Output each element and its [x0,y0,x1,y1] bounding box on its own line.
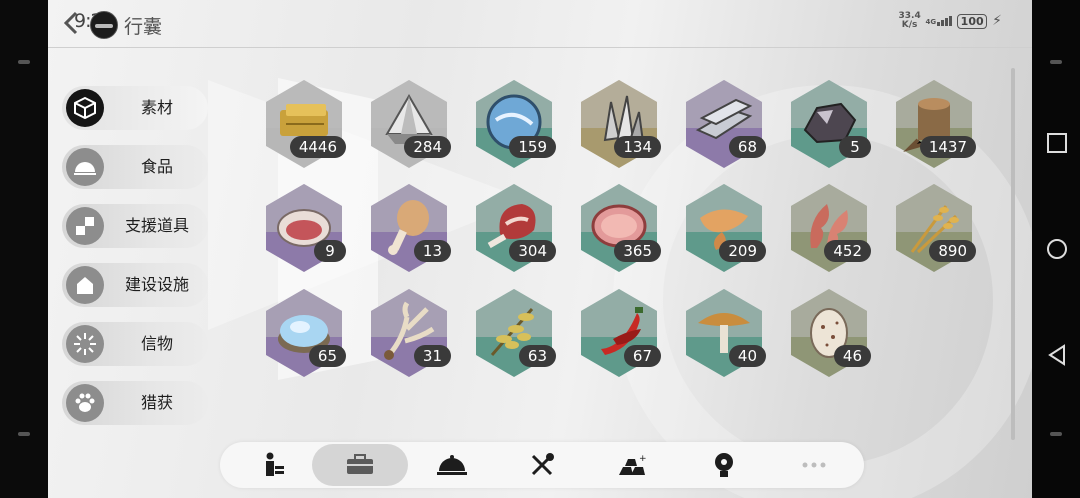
item-count: 63 [518,345,556,367]
inventory-item-dark-ore[interactable]: 5 [789,78,871,170]
inventory-item-gold-ingot[interactable]: 4446 [264,78,346,170]
home-button[interactable] [1046,238,1068,260]
inventory-item-drumstick[interactable]: 13 [369,182,451,274]
more-icon [802,462,826,468]
inventory-item-crab-claw[interactable]: 452 [789,182,871,274]
scrollbar[interactable] [1011,68,1015,440]
bezel-mark [18,60,30,64]
inventory-item-chili[interactable]: 67 [579,287,661,379]
system-nav-bar [1032,0,1080,498]
toolbox-icon [347,454,373,474]
inventory-item-crystal-shard[interactable]: 284 [369,78,451,170]
inventory-item-wheat[interactable]: 890 [894,182,976,274]
item-count: 9 [314,240,346,262]
inventory-item-iron-bars[interactable]: 68 [684,78,766,170]
cloche-icon [437,455,467,475]
item-count: 890 [929,240,976,262]
network-speed: 33.4 K/s [899,12,921,30]
blocks-icon [66,207,104,245]
category-label: 食品 [140,157,173,176]
category-food[interactable]: 食品 [62,145,208,189]
inventory-item-egg[interactable]: 46 [789,287,871,379]
category-label: 建设设施 [124,275,189,294]
game-screen: 9:22 行囊 33.4 K/s 4G 100 ⚡ 素材 食品 [48,0,1032,498]
category-materials[interactable]: 素材 [62,86,208,130]
page-title: 行囊 [124,16,163,38]
item-count: 134 [614,136,661,158]
tab-food[interactable] [404,444,500,486]
inventory-item-mushroom[interactable]: 40 [684,287,766,379]
tab-inventory[interactable] [312,444,408,486]
ingots-icon: + [619,454,647,475]
bezel-mark [18,432,30,436]
category-hunt[interactable]: 猎获 [62,381,208,425]
tab-more[interactable] [766,444,862,486]
item-count: 68 [728,136,766,158]
inventory-item-chicken-wing[interactable]: 209 [684,182,766,274]
category-label: 素材 [140,98,173,117]
inventory-item-ribs[interactable]: 304 [474,182,556,274]
cube-icon [66,89,104,127]
item-count: 31 [413,345,451,367]
tools-icon [531,453,554,476]
network-type: 4G [925,18,937,26]
tab-ideas[interactable] [676,444,772,486]
item-count: 304 [509,240,556,262]
item-count: 65 [308,345,346,367]
inventory-item-ham[interactable]: 365 [579,182,661,274]
tab-resources[interactable]: + [584,444,680,486]
bezel-mark [1050,60,1062,64]
item-count: 365 [614,240,661,262]
avatar[interactable] [90,11,118,39]
burst-icon [66,325,104,363]
battery-level: 100 [960,14,984,28]
category-construction[interactable]: 建设设施 [62,263,208,307]
category-label: 信物 [140,334,173,353]
svg-text:+: + [639,454,647,464]
inventory-item-quartz[interactable]: 134 [579,78,661,170]
item-count: 209 [719,240,766,262]
bezel-mark [1050,432,1062,436]
item-count: 4446 [289,136,346,158]
category-support-items[interactable]: 支援道具 [62,204,208,248]
character-icon [266,452,284,476]
category-label: 猎获 [140,393,173,412]
tab-character[interactable] [226,444,322,486]
item-count: 284 [404,136,451,158]
back-button[interactable] [1046,344,1068,366]
inventory-item-salt-bowl[interactable]: 65 [264,287,346,379]
bulb-icon [715,453,733,477]
inventory-item-antler[interactable]: 31 [369,287,451,379]
category-tokens[interactable]: 信物 [62,322,208,366]
inventory-item-blue-orb[interactable]: 159 [474,78,556,170]
item-count: 1437 [919,136,976,158]
cloche-icon [66,148,104,186]
house-icon [66,266,104,304]
inventory-item-herb[interactable]: 63 [474,287,556,379]
header-divider [48,47,1032,48]
battery-icon: 100 [957,13,988,29]
item-count: 452 [824,240,871,262]
signal-icon: 4G [926,16,953,26]
category-label: 支援道具 [124,216,189,235]
inventory-item-shell[interactable]: 9 [264,182,346,274]
item-count: 67 [623,345,661,367]
tab-crafting[interactable] [494,444,590,486]
recents-button[interactable] [1046,132,1068,154]
item-count: 40 [728,345,766,367]
network-speed-unit: K/s [901,20,918,30]
paw-icon [66,384,104,422]
item-count: 5 [839,136,871,158]
item-count: 46 [833,345,871,367]
item-count: 13 [413,240,451,262]
bottom-tab-bar: + [220,442,864,488]
inventory-item-tree-stump[interactable]: 1437 [894,78,976,170]
charging-icon: ⚡ [992,13,1002,29]
status-indicators: 33.4 K/s 4G 100 ⚡ [899,9,1002,33]
item-count: 159 [509,136,556,158]
